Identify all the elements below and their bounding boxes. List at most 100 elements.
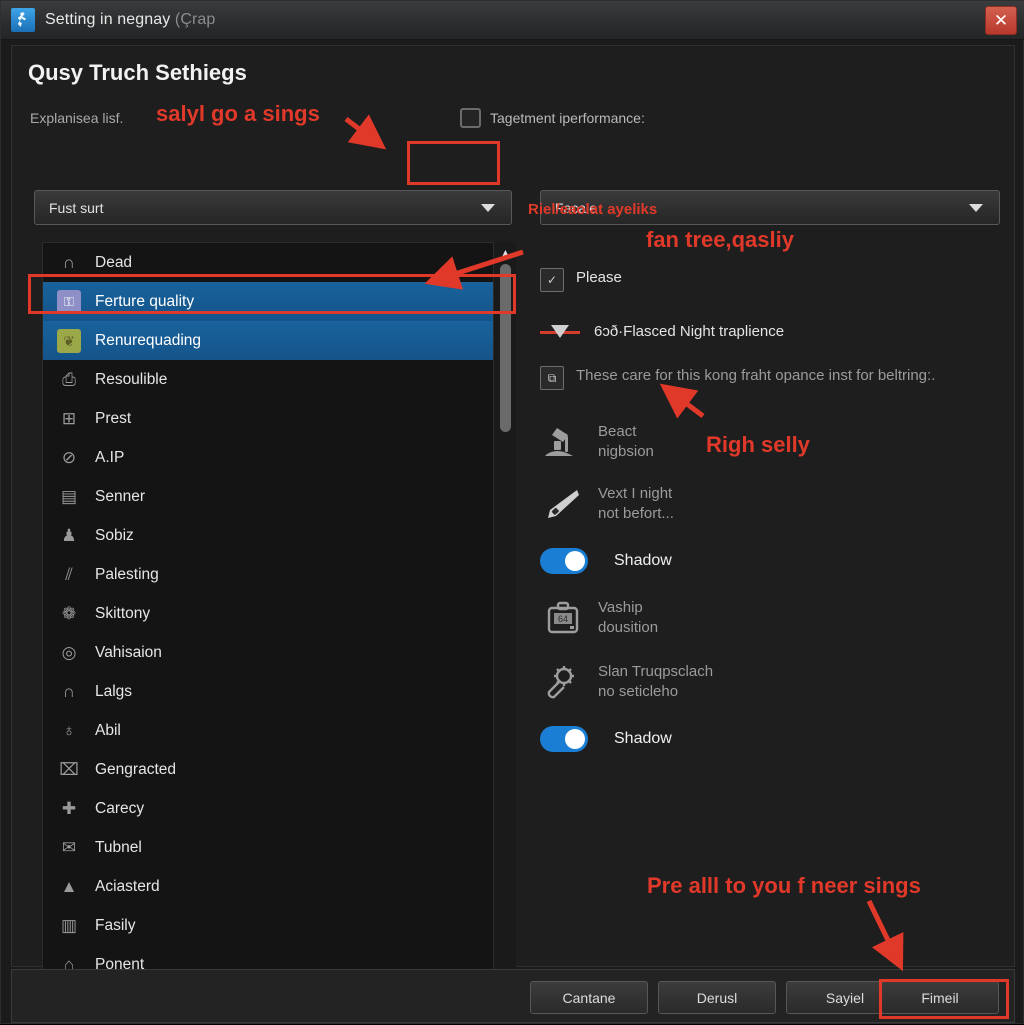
- title-bar: Setting in negnay (Çrap ✕: [1, 1, 1024, 40]
- plus-icon: ✚: [61, 799, 77, 818]
- list-item-label: Carecy: [95, 799, 145, 817]
- list-item-label: Tubnel: [95, 838, 142, 856]
- scanner-icon: ▤: [60, 487, 78, 506]
- sub-label: Explanisea lisf.: [30, 110, 124, 126]
- microscope-icon: [540, 420, 586, 464]
- slider-row[interactable]: 6ɔð·Flasced Night traplience: [540, 322, 1002, 342]
- brush-icon: ⫽: [65, 565, 73, 584]
- checkbox-checked-icon[interactable]: ✓: [540, 268, 564, 292]
- envelope-x-icon: ⌧: [59, 760, 79, 779]
- annotation-text-4: Pre alll to you f neer sings: [647, 873, 921, 898]
- toggle-two-row[interactable]: Shadow: [540, 726, 1002, 753]
- page-title: Qusy Truch Sethiegs: [28, 60, 247, 85]
- list-item-label: Prest: [95, 409, 132, 427]
- person-icon: ♟: [61, 526, 77, 545]
- toggle-one-row[interactable]: Shadow: [540, 548, 1002, 575]
- list-item[interactable]: ⌧Gengracted›: [43, 750, 515, 789]
- scroll-up-icon[interactable]: ▲: [494, 244, 517, 262]
- annotation-text-3: Righ selly: [706, 432, 810, 457]
- window-title: Setting in negnay (Çrap: [45, 11, 215, 29]
- list-item[interactable]: ▥Fasily›: [43, 906, 515, 945]
- list-item[interactable]: ◎Vahisaion›: [43, 633, 515, 672]
- list-item-label: Dead: [95, 253, 133, 271]
- list-item[interactable]: ⫽Palesting›: [43, 555, 515, 594]
- annotation-text-0: salyl go a sings: [156, 101, 320, 126]
- left-dropdown-value: Fust surt: [49, 199, 104, 216]
- feature-slan-line1: Slan Truqpsclach: [598, 663, 714, 680]
- shield-icon: ❁: [61, 604, 77, 623]
- list-item[interactable]: ⎙Resoulible›: [43, 360, 515, 399]
- settings-window: Setting in negnay (Çrap ✕ Qusy Truch Se…: [0, 0, 1024, 1024]
- list-item-label: Vahisaion: [95, 643, 162, 661]
- feature-vext-line1: Vext I night: [598, 485, 673, 502]
- list-item[interactable]: ♟Sobiz›: [43, 516, 515, 555]
- chevron-down-icon[interactable]: [969, 203, 983, 212]
- note-text: These care for this kong fraht opance in…: [576, 367, 936, 385]
- pen-icon: [540, 482, 586, 526]
- performance-checkbox-label: Tagetment iperformance:: [490, 110, 645, 126]
- printer-icon: ⎙: [62, 370, 76, 389]
- list-item-label: Lalgs: [95, 682, 133, 700]
- list-item-label: Gengracted: [95, 760, 176, 778]
- checkbox-icon[interactable]: [460, 108, 481, 128]
- list-item[interactable]: ∩Lalgs›: [43, 672, 515, 711]
- monitor-icon: ▥: [60, 916, 78, 935]
- slider-icon[interactable]: [540, 325, 580, 339]
- feature-beact-line2: nigbsion: [598, 443, 654, 461]
- footer-bar: Cantane Derusl Sayiel Fimeil: [11, 969, 1015, 1023]
- window-title-suffix: (Çrap: [174, 11, 216, 28]
- app-icon: [11, 8, 35, 32]
- list-item[interactable]: ❦Renurequading›: [43, 321, 515, 360]
- list-item-label: Renurequading: [95, 331, 202, 349]
- please-label: Please: [576, 269, 622, 286]
- feature-vext-line2: not befort...: [598, 505, 674, 523]
- highlight-left-dropdown-arrow: [407, 141, 500, 185]
- list-item[interactable]: ▤Senner›: [43, 477, 515, 516]
- list-item[interactable]: ▲Aciasterd›: [43, 867, 515, 906]
- right-panel: ✓ Please 6ɔð·Flasced Night traplience ⧉ …: [540, 242, 1002, 753]
- no-entry-icon: ⊘: [61, 448, 77, 467]
- list-item[interactable]: ✚Carecy›: [43, 789, 515, 828]
- annotation-text-2: fan tree,qasliy: [646, 227, 794, 252]
- feature-vext-text: Vext I night not befort...: [598, 484, 674, 525]
- crosshair-box-icon: ⊞: [61, 409, 77, 428]
- left-dropdown[interactable]: Fust surt: [34, 190, 512, 225]
- settings-list[interactable]: ∩Dead›⚿Ferture quality›❦Renurequading›⎙R…: [42, 242, 516, 996]
- highlight-selected-row: [28, 274, 516, 314]
- list-scrollbar[interactable]: ▲ ▼: [493, 242, 516, 996]
- toggle-one-label: Shadow: [614, 552, 672, 570]
- gear-icon: [540, 660, 586, 704]
- annotation-text-1: Riel/eaolat ayeliks: [528, 201, 658, 218]
- list-item[interactable]: ⊞Prest›: [43, 399, 515, 438]
- feature-beact-text: Beact nigbsion: [598, 422, 654, 463]
- list-item[interactable]: ✉Tubnel›: [43, 828, 515, 867]
- list-item-label: Skittony: [95, 604, 151, 622]
- list-item-label: Fasily: [95, 916, 136, 934]
- please-check-row[interactable]: ✓ Please: [540, 268, 1002, 292]
- derusl-button[interactable]: Derusl: [658, 981, 776, 1014]
- window-title-main: Setting in negnay: [45, 11, 171, 28]
- toggle-switch-on[interactable]: [540, 726, 588, 753]
- cantane-button[interactable]: Cantane: [530, 981, 648, 1014]
- feature-slan-line2: no seticleho: [598, 683, 679, 701]
- close-icon[interactable]: ✕: [985, 6, 1017, 35]
- slider-label: 6ɔð·Flasced Night traplience: [594, 323, 785, 340]
- chevron-down-icon[interactable]: [481, 203, 495, 212]
- content-area: Qusy Truch Sethiegs Explanisea lisf. Tag…: [11, 45, 1015, 996]
- list-item[interactable]: ♁Abil›: [43, 711, 515, 750]
- list-item-label: Sobiz: [95, 526, 134, 544]
- performance-checkbox-row[interactable]: Tagetment iperformance:: [460, 108, 645, 128]
- list-item-label: Palesting: [95, 565, 159, 583]
- toggle-switch-on[interactable]: [540, 548, 588, 575]
- list-item[interactable]: ❁Skittony›: [43, 594, 515, 633]
- list-item-label: Aciasterd: [95, 877, 160, 895]
- feature-vext-row: Vext I night not befort...: [540, 482, 1002, 526]
- highlight-fimeil-button: [879, 979, 1009, 1019]
- list-item-label: Abil: [95, 721, 121, 739]
- target-icon: ◎: [61, 643, 77, 662]
- feature-slan-text: Slan Truqpsclach no seticleho: [598, 662, 713, 703]
- list-item[interactable]: ⊘A.IP›: [43, 438, 515, 477]
- briefcase-icon: 64: [540, 596, 586, 640]
- mail-icon: ✉: [61, 838, 77, 857]
- note-row: ⧉ These care for this kong fraht opance …: [540, 366, 1002, 391]
